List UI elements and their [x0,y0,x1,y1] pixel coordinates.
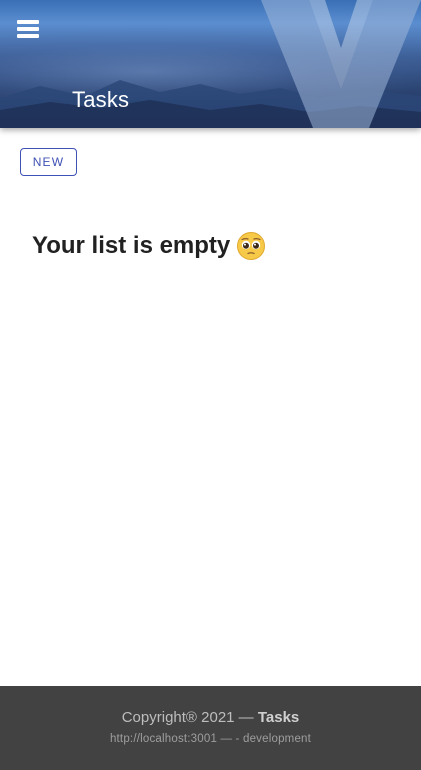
empty-list-text: Your list is empty [32,232,231,259]
empty-list-message: Your list is empty [32,228,266,264]
hamburger-menu-icon[interactable] [12,14,44,44]
footer: Copyright® 2021 — Tasks http://localhost… [0,686,421,770]
vuetify-v-logo-icon [261,0,421,128]
app-bar: Tasks [0,0,421,128]
pleading-face-icon [237,232,266,260]
new-task-button[interactable]: NEW [20,148,77,176]
footer-environment-info: http://localhost:3001 — - development [109,733,312,745]
footer-app-name: Tasks [257,709,300,726]
copyright-prefix: Copyright® 2021 — [121,709,254,726]
app-title: Tasks [72,87,130,112]
footer-copyright: Copyright® 2021 — Tasks [0,709,421,726]
